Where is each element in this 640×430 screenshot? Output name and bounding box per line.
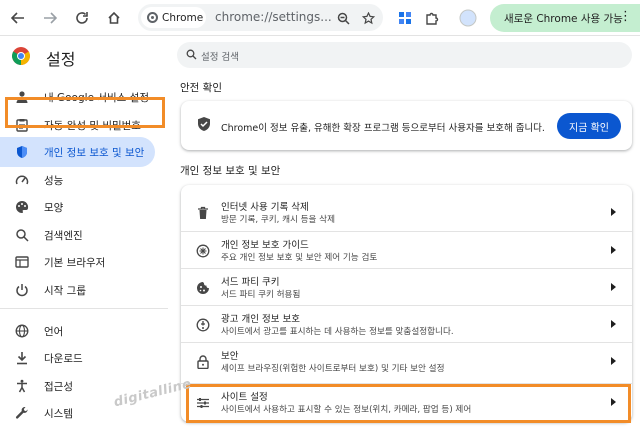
row-subtitle: 방문 기록, 쿠키, 캐시 등을 삭제	[221, 215, 335, 225]
sidebar-item-default-browser[interactable]: 기본 브라우저	[0, 247, 168, 277]
ads-icon	[196, 318, 210, 332]
download-icon	[15, 351, 29, 365]
trash-icon	[196, 206, 210, 220]
chrome-logo-icon	[12, 47, 30, 65]
row-title: 서드 파티 쿠키	[221, 277, 280, 288]
settings-search-input[interactable]: 설정 검색	[177, 42, 632, 68]
sidebar-item-performance[interactable]: 성능	[0, 165, 168, 195]
sidebar-item-label: 성능	[44, 175, 64, 187]
safety-check-heading: 안전 확인	[180, 82, 222, 94]
speedometer-icon	[15, 173, 29, 187]
third-party-cookies-row[interactable]: 서드 파티 쿠키 서드 파티 쿠키 허용됨	[181, 268, 632, 305]
bookmark-star-icon[interactable]	[358, 8, 378, 28]
sidebar-item-label: 접근성	[44, 381, 73, 393]
sidebar-item-label: 시스템	[44, 408, 73, 420]
sidebar-item-label: 검색엔진	[44, 230, 83, 242]
privacy-section-heading: 개인 정보 보호 및 보안	[180, 165, 281, 177]
row-title: 인터넷 사용 기록 삭제	[221, 202, 309, 213]
browser-window-icon	[15, 255, 29, 269]
sidebar-item-label: 언어	[44, 326, 64, 338]
url-text[interactable]: chrome://settings...	[215, 10, 332, 24]
wrench-icon	[15, 406, 29, 420]
cookie-icon	[196, 281, 210, 295]
security-row[interactable]: 보안 세이프 브라우징(위험한 사이트로부터 보호) 및 기타 보안 설정	[181, 342, 632, 379]
search-icon	[15, 228, 29, 242]
ad-privacy-row[interactable]: 광고 개인 정보 보호 사이트에서 광고를 표시하는 데 사용하는 정보를 맞춤…	[181, 305, 632, 342]
power-icon	[15, 283, 29, 297]
row-subtitle: 세이프 브라우징(위험한 사이트로부터 보호) 및 기타 보안 설정	[221, 364, 445, 374]
sidebar-item-appearance[interactable]: 모양	[0, 192, 168, 222]
sidebar-item-privacy-security[interactable]: 개인 정보 보호 및 보안	[0, 137, 155, 167]
forward-arrow-icon[interactable]	[38, 6, 62, 30]
chevron-right-icon	[611, 283, 616, 291]
extension-app-icon[interactable]	[393, 6, 417, 30]
sidebar-item-label: 모양	[44, 202, 64, 214]
update-chrome-label: 새로운 Chrome 사용 가능	[504, 12, 623, 25]
sidebar-item-label: 개인 정보 보호 및 보안	[44, 147, 145, 159]
row-title: 광고 개인 정보 보호	[221, 314, 300, 325]
sidebar-divider	[0, 308, 168, 309]
chevron-right-icon	[611, 320, 616, 328]
shield-icon	[15, 145, 29, 159]
palette-icon	[15, 200, 29, 214]
back-arrow-icon[interactable]	[6, 6, 30, 30]
home-icon[interactable]	[102, 6, 126, 30]
row-title: 개인 정보 보호 가이드	[221, 240, 309, 251]
sidebar-item-label: 다운로드	[44, 353, 83, 365]
shield-check-icon	[198, 117, 210, 131]
privacy-guide-row[interactable]: 개인 정보 보호 가이드 주요 개인 정보 보호 및 보안 제어 기능 검토	[181, 231, 632, 268]
update-chrome-button[interactable]: 새로운 Chrome 사용 가능 ⋮	[490, 4, 640, 32]
accessibility-icon	[15, 379, 29, 393]
zoom-icon[interactable]	[333, 8, 353, 28]
highlight-box-privacy-nav	[5, 97, 165, 128]
sidebar-item-label: 시작 그룹	[44, 285, 86, 297]
sidebar-item-search-engine[interactable]: 검색엔진	[0, 220, 168, 250]
search-placeholder: 설정 검색	[201, 52, 239, 63]
search-icon	[186, 49, 197, 60]
highlight-box-site-settings	[186, 384, 631, 423]
sidebar-item-downloads[interactable]: 다운로드	[0, 343, 168, 373]
row-subtitle: 주요 개인 정보 보호 및 보안 제어 기능 검토	[221, 253, 378, 263]
chevron-right-icon	[611, 357, 616, 365]
clear-browsing-data-row[interactable]: 인터넷 사용 기록 삭제 방문 기록, 쿠키, 캐시 등을 삭제	[181, 194, 632, 231]
sidebar-item-on-startup[interactable]: 시작 그룹	[0, 275, 168, 305]
lock-icon	[196, 355, 210, 369]
sidebar-item-label: 기본 브라우저	[44, 257, 106, 269]
site-chip[interactable]: Chrome	[141, 7, 206, 28]
safety-check-card: Chrome이 정보 유출, 유해한 확장 프로그램 등으로부터 사용자를 보호…	[181, 101, 632, 150]
extensions-puzzle-icon[interactable]	[420, 6, 444, 30]
globe-icon	[15, 324, 29, 338]
row-subtitle: 서드 파티 쿠키 허용됨	[221, 290, 301, 300]
browser-toolbar: Chrome chrome://settings... 새로운 Chrome 사…	[0, 0, 640, 36]
settings-sidebar: 설정 내 Google 서비스 설정 자동 완성 및 비밀번호 개인 정보 보호…	[0, 37, 168, 430]
check-now-button[interactable]: 지금 확인	[557, 113, 621, 139]
address-bar[interactable]: Chrome chrome://settings...	[138, 4, 383, 31]
row-title: 보안	[221, 351, 239, 362]
reload-icon[interactable]	[70, 6, 94, 30]
row-subtitle: 사이트에서 광고를 표시하는 데 사용하는 정보를 맞춤설정합니다.	[221, 327, 454, 337]
chrome-page-icon	[147, 12, 158, 23]
sidebar-item-languages[interactable]: 언어	[0, 316, 168, 346]
menu-dots-icon[interactable]: ⋮	[619, 10, 632, 24]
chevron-right-icon	[611, 246, 616, 254]
profile-avatar[interactable]	[456, 6, 480, 30]
safety-check-description: Chrome이 정보 유출, 유해한 확장 프로그램 등으로부터 사용자를 보호…	[221, 123, 545, 134]
guide-plus-icon	[196, 244, 210, 258]
chevron-right-icon	[611, 208, 616, 216]
chip-label: Chrome	[162, 11, 204, 24]
settings-title: 설정	[46, 50, 76, 69]
